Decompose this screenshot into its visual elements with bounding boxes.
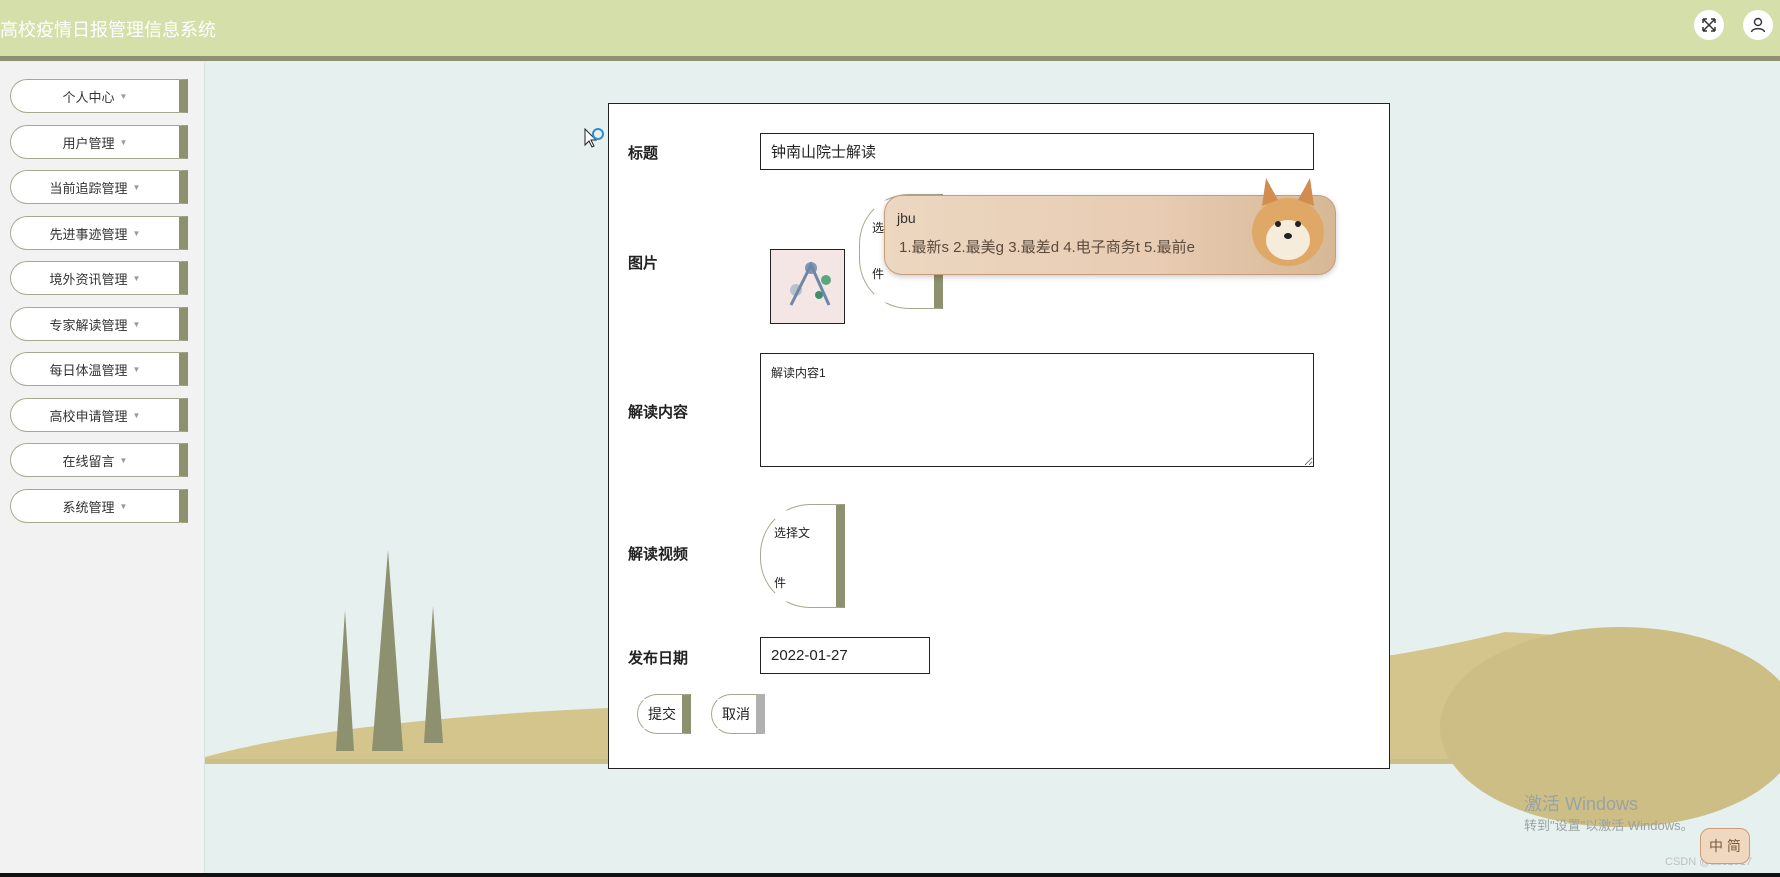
sidebar-item-user-management[interactable]: 用户管理 ▼ [10, 125, 188, 159]
caret-down-icon: ▼ [132, 273, 141, 283]
video-file-button-label-2: 件 [774, 576, 787, 590]
date-input[interactable] [760, 637, 930, 674]
caret-down-icon: ▼ [132, 228, 141, 238]
caret-down-icon: ▼ [132, 319, 141, 329]
ime-mode-indicator[interactable]: 中 简 [1700, 828, 1750, 864]
fullscreen-icon [1702, 18, 1716, 32]
sidebar-item-expert-interpretation-management[interactable]: 专家解读管理 ▼ [10, 307, 188, 341]
sidebar-item-overseas-news-management[interactable]: 境外资讯管理 ▼ [10, 261, 188, 295]
caret-down-icon: ▼ [132, 364, 141, 374]
shiba-dog-icon [1252, 178, 1324, 266]
sidebar-item-application-management[interactable]: 高校申请管理 ▼ [10, 398, 188, 432]
title-input[interactable] [760, 133, 1314, 170]
submit-button[interactable]: 提交 [637, 694, 691, 734]
sidebar-item-label: 高校申请管理 [49, 408, 128, 424]
sidebar-item-personal-center[interactable]: 个人中心 ▼ [10, 79, 188, 113]
caret-down-icon: ▼ [119, 455, 128, 465]
sidebar-item-label: 专家解读管理 [49, 317, 128, 333]
sidebar-item-label: 用户管理 [62, 135, 115, 151]
fullscreen-button[interactable] [1694, 10, 1724, 40]
windows-activation-title: 激活 Windows [1524, 794, 1639, 814]
caret-down-icon: ▼ [119, 137, 128, 147]
sidebar-item-label: 在线留言 [62, 453, 115, 469]
mouse-cursor-icon [584, 128, 604, 148]
ime-mode-label: 中 简 [1709, 838, 1741, 854]
title-label: 标题 [628, 145, 659, 162]
user-button[interactable] [1743, 10, 1773, 40]
image-file-button-label-2: 件 [872, 267, 885, 281]
sidebar-item-label: 当前追踪管理 [49, 180, 128, 196]
date-label: 发布日期 [628, 650, 689, 667]
ime-composition-text: jbu [897, 210, 916, 226]
image-file-button-label: 选 [872, 221, 885, 235]
image-label: 图片 [628, 255, 659, 272]
sidebar-item-online-messages[interactable]: 在线留言 ▼ [10, 443, 188, 477]
video-file-button-label: 选择文 [774, 526, 811, 540]
sidebar: 个人中心 ▼ 用户管理 ▼ 当前追踪管理 ▼ 先进事迹管理 ▼ 境外资讯管理 ▼ 专家解读… [0, 62, 205, 877]
sidebar-item-temperature-management[interactable]: 每日体温管理 ▼ [10, 352, 188, 386]
video-file-button[interactable]: 选择文 件 [760, 504, 845, 608]
image-thumbnail [770, 249, 845, 324]
sidebar-item-label: 系统管理 [62, 499, 115, 515]
windows-activation-subtitle: 转到"设置"以激活 Windows。 [1524, 818, 1694, 833]
sidebar-item-system-management[interactable]: 系统管理 ▼ [10, 489, 188, 523]
top-header: 高校疫情日报管理信息系统 [0, 0, 1780, 61]
caret-down-icon: ▼ [132, 410, 141, 420]
sidebar-item-label: 每日体温管理 [49, 362, 128, 378]
app-title: 高校疫情日报管理信息系统 [0, 20, 216, 40]
cancel-button-label: 取消 [722, 706, 750, 722]
caret-down-icon: ▼ [132, 182, 141, 192]
caret-down-icon: ▼ [119, 501, 128, 511]
submit-button-label: 提交 [648, 706, 676, 722]
ime-candidate-list[interactable]: 1.最新s 2.最美g 3.最差d 4.电子商务t 5.最前e [899, 236, 1195, 257]
user-icon [1750, 17, 1766, 33]
sidebar-item-tracking-management[interactable]: 当前追踪管理 ▼ [10, 170, 188, 204]
cancel-button[interactable]: 取消 [711, 694, 765, 734]
sidebar-item-deeds-management[interactable]: 先进事迹管理 ▼ [10, 216, 188, 250]
sidebar-item-label: 个人中心 [62, 89, 115, 105]
caret-down-icon: ▼ [119, 91, 128, 101]
sidebar-item-label: 境外资讯管理 [49, 271, 128, 287]
sidebar-item-label: 先进事迹管理 [49, 226, 128, 242]
content-textarea[interactable]: 解读内容1 [760, 353, 1314, 467]
content-label: 解读内容 [628, 404, 689, 421]
video-label: 解读视频 [628, 546, 689, 563]
image-preview [789, 261, 831, 306]
bottom-border [0, 873, 1780, 877]
ime-candidate-window: jbu 1.最新s 2.最美g 3.最差d 4.电子商务t 5.最前e [884, 178, 1336, 275]
